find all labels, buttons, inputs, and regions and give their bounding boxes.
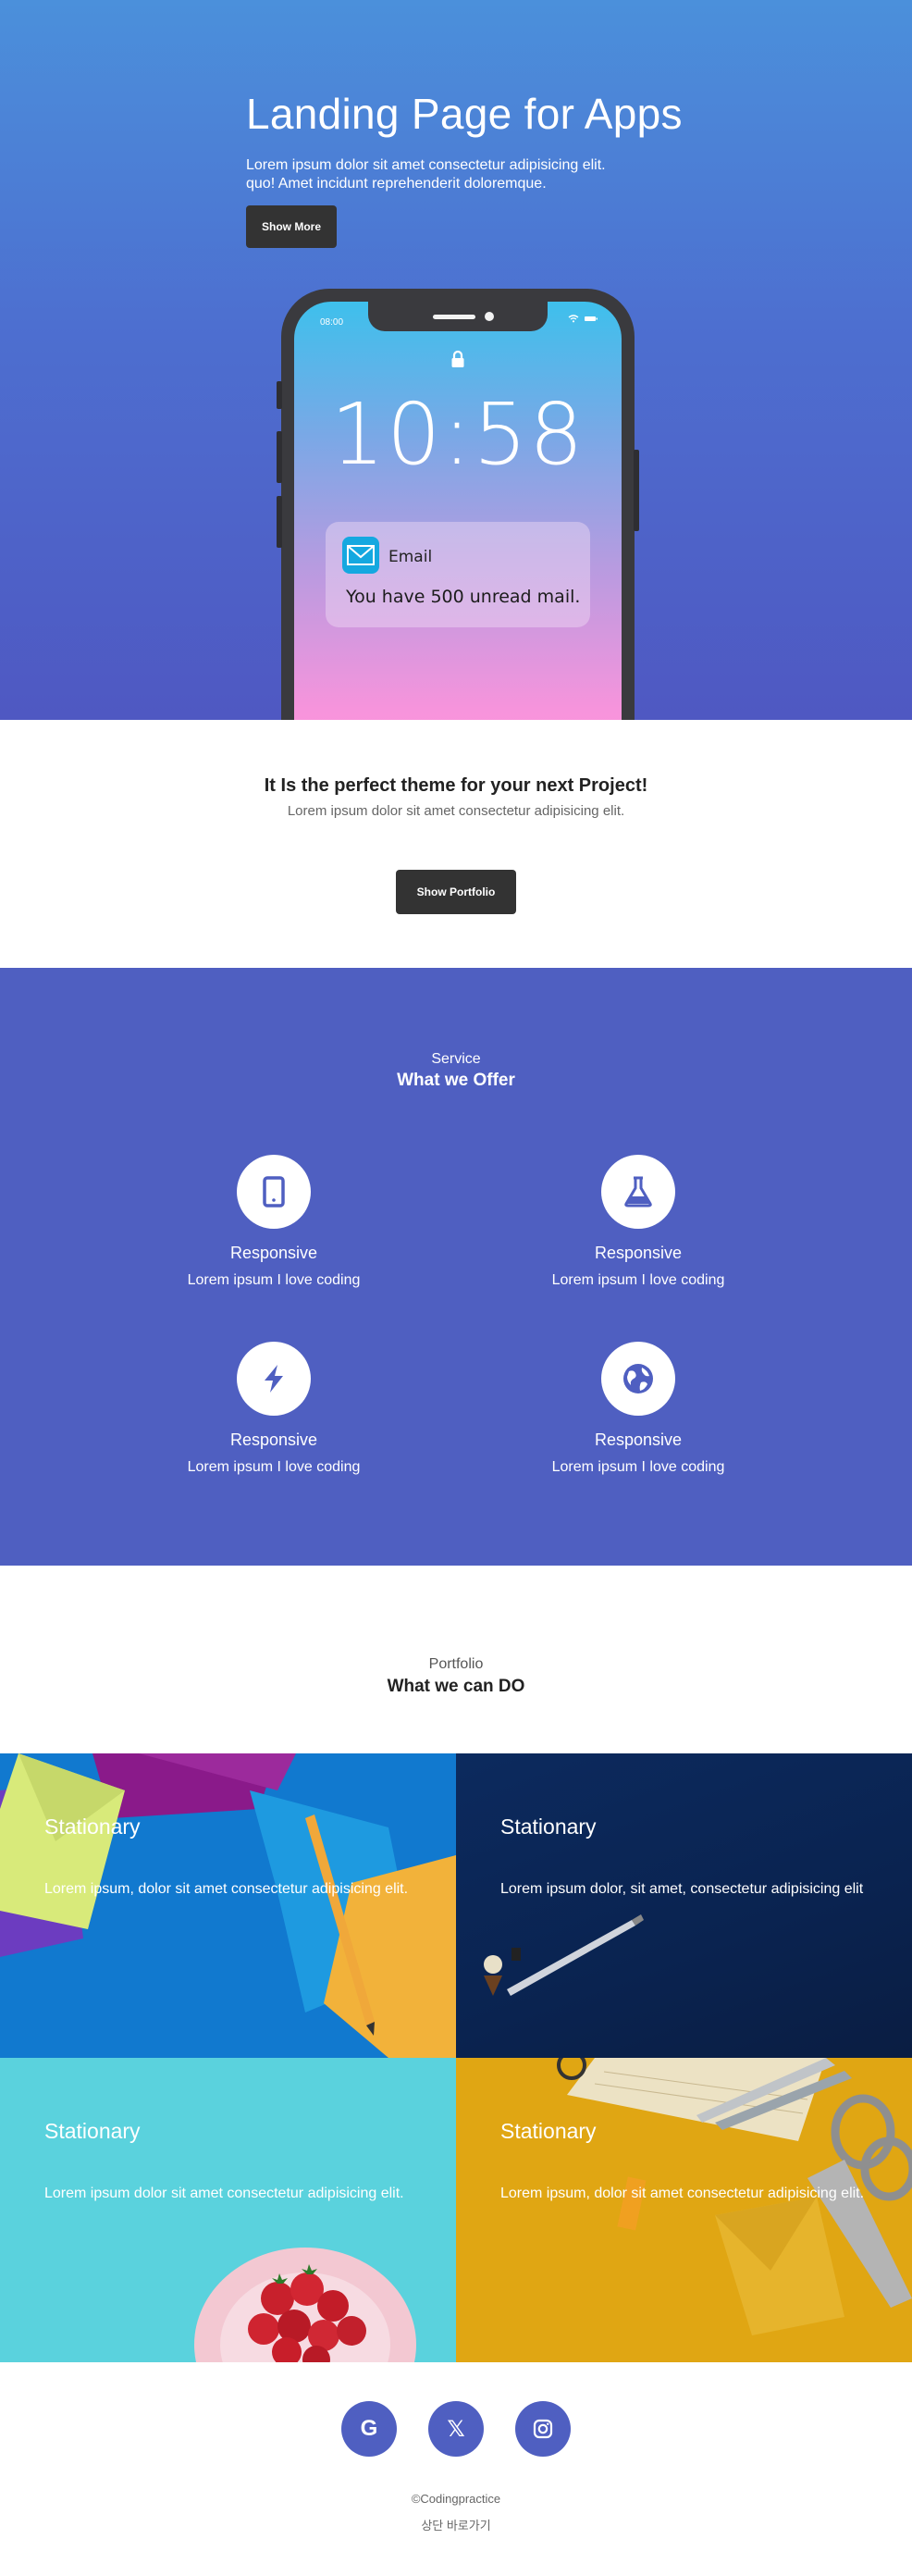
service-item-responsive-4: Responsive Lorem ipsum I love coding — [499, 1342, 777, 1476]
envelopes-pencil-image — [0, 1753, 456, 2058]
card-title: Stationary — [500, 1814, 597, 1839]
strawberries-plate-image — [194, 2248, 416, 2362]
service-item-name: Responsive — [229, 1430, 318, 1449]
email-notification[interactable]: Email You have 500 unread mail. — [326, 522, 590, 627]
pen-image — [484, 1914, 644, 1996]
hero-title: Landing Page for Apps — [246, 90, 683, 138]
phone-notch — [368, 302, 548, 331]
portfolio-card[interactable]: Stationary Lorem ipsum dolor, sit amet, … — [456, 1753, 912, 2058]
service-item-responsive-2: Responsive Lorem ipsum I love coding — [499, 1155, 777, 1289]
wifi-icon — [568, 315, 579, 323]
service-section: Service What we Offer Responsive Lorem i… — [0, 968, 912, 1566]
notification-message: You have 500 unread mail. — [346, 587, 581, 607]
hero-section: Landing Page for Apps Lorem ipsum dolor … — [0, 0, 912, 720]
phone-mockup: 08:00 10:58 Email You have 500 unread ma… — [277, 289, 639, 720]
show-portfolio-button[interactable]: Show Portfolio — [396, 870, 516, 914]
service-item-name: Responsive — [594, 1430, 683, 1449]
hero-text: Landing Page for Apps Lorem ipsum dolor … — [246, 89, 764, 193]
status-icons — [568, 315, 598, 323]
service-item-desc: Lorem ipsum I love coding — [551, 1272, 725, 1288]
portfolio-title: What we can DO — [387, 1677, 525, 1696]
service-item-responsive-3: Responsive Lorem ipsum I love coding — [135, 1342, 413, 1476]
back-to-top-link[interactable]: 상단 바로가기 — [0, 2516, 912, 2533]
card-title: Stationary — [44, 2119, 141, 2143]
service-item-name: Responsive — [229, 1244, 318, 1262]
phone-power-button — [634, 450, 639, 531]
footer: G 𝕏 ©Codingpractice 상단 바로가기 — [0, 2362, 912, 2555]
phone-side-button — [277, 381, 282, 409]
bolt-icon — [237, 1342, 311, 1416]
card-description: Lorem ipsum, dolor sit amet consectetur … — [44, 1881, 409, 1897]
hero-subtitle-line1: Lorem ipsum dolor sit amet consectetur a… — [246, 157, 606, 174]
hero-subtitle: Lorem ipsum dolor sit amet consectetur a… — [246, 156, 672, 193]
service-title: What we Offer — [397, 1071, 515, 1090]
service-kicker: Service — [431, 1051, 481, 1067]
portfolio-card[interactable]: Stationary Lorem ipsum, dolor sit amet c… — [0, 1753, 456, 2058]
portfolio-card[interactable]: Stationary Lorem ipsum dolor sit amet co… — [0, 2058, 456, 2362]
notification-app-name: Email — [388, 548, 433, 566]
instagram-icon[interactable] — [515, 2401, 571, 2457]
flask-icon — [601, 1155, 675, 1229]
status-time: 08:00 — [320, 317, 344, 328]
portfolio-header: Portfolio What we can DO — [0, 1566, 912, 1753]
mobile-icon — [237, 1155, 311, 1229]
globe-icon — [601, 1342, 675, 1416]
scissors-stationery-image — [557, 2058, 912, 2335]
service-item-desc: Lorem ipsum I love coding — [187, 1272, 361, 1288]
service-item-name: Responsive — [594, 1244, 683, 1262]
service-item-responsive-1: Responsive Lorem ipsum I love coding — [135, 1155, 413, 1289]
x-twitter-icon[interactable]: 𝕏 — [428, 2401, 484, 2457]
service-item-desc: Lorem ipsum I love coding — [551, 1459, 725, 1475]
hero-subtitle-line2: quo! Amet incidunt reprehenderit dolorem… — [246, 176, 547, 192]
battery-icon — [585, 316, 598, 321]
service-header: Service What we Offer — [0, 1051, 912, 1091]
card-description: Lorem ipsum dolor, sit amet, consectetur… — [500, 1881, 864, 1897]
portfolio-card[interactable]: Stationary Lorem ipsum, dolor sit amet c… — [456, 2058, 912, 2362]
card-description: Lorem ipsum, dolor sit amet consectetur … — [500, 2186, 865, 2201]
speaker-grille — [433, 315, 475, 319]
mail-icon — [342, 537, 379, 574]
social-links: G 𝕏 — [0, 2401, 912, 2457]
card-title: Stationary — [44, 1814, 141, 1839]
show-more-button[interactable]: Show More — [246, 205, 337, 248]
phone-screen: 08:00 10:58 Email You have 500 unread ma… — [294, 302, 622, 720]
portfolio-grid: Stationary Lorem ipsum, dolor sit amet c… — [0, 1753, 912, 2362]
project-section: It Is the perfect theme for your next Pr… — [0, 720, 912, 968]
service-item-desc: Lorem ipsum I love coding — [187, 1459, 361, 1475]
card-title: Stationary — [500, 2119, 597, 2143]
card-description: Lorem ipsum dolor sit amet consectetur a… — [44, 2186, 404, 2201]
copyright-text: ©Codingpractice — [411, 2492, 501, 2506]
phone-volume-down — [277, 496, 282, 548]
google-icon[interactable]: G — [341, 2401, 397, 2457]
camera-icon — [485, 312, 494, 321]
phone-volume-up — [277, 431, 282, 483]
lock-icon — [451, 350, 464, 367]
lockscreen-clock: 10:58 — [330, 385, 585, 484]
project-title: It Is the perfect theme for your next Pr… — [264, 775, 648, 796]
portfolio-kicker: Portfolio — [428, 1656, 484, 1672]
project-subtitle: Lorem ipsum dolor sit amet consectetur a… — [287, 803, 625, 819]
